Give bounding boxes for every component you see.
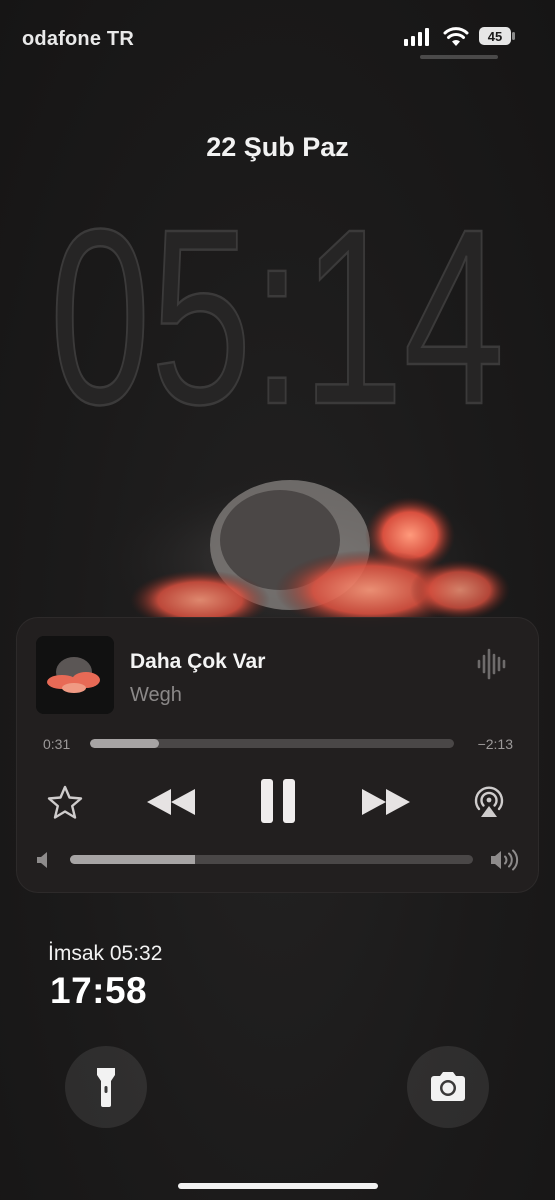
lock-date: 22 Şub Paz (206, 132, 349, 162)
pause-icon[interactable] (259, 777, 297, 825)
playback-progress-bar[interactable] (90, 739, 454, 748)
battery-level: 45 (488, 29, 502, 44)
wifi-icon (443, 27, 469, 46)
signal-icon (404, 28, 429, 46)
prayer-countdown[interactable]: 17:58 (50, 970, 147, 1012)
home-indicator[interactable] (178, 1183, 378, 1189)
wallpaper-artwork (90, 470, 510, 630)
waveform-icon (477, 648, 506, 680)
volume-fill (70, 855, 195, 864)
clock-digits: 05:14 (50, 177, 505, 423)
remaining-time: −2:13 (477, 736, 513, 752)
track-artist[interactable]: Wegh (130, 684, 182, 707)
volume-low-icon (37, 852, 47, 868)
status-bar: odafone TR 45 (0, 0, 555, 70)
album-artwork[interactable] (36, 636, 114, 714)
flashlight-button[interactable] (65, 1046, 147, 1128)
flashlight-icon (97, 1068, 115, 1107)
playback-progress-fill (90, 739, 160, 748)
airplay-icon[interactable] (472, 785, 506, 819)
carrier-name: odafone TR (22, 28, 134, 50)
battery-icon: 45 (479, 27, 515, 45)
now-playing-widget[interactable]: Daha Çok Var Wegh 0:31 −2:13 (16, 617, 539, 893)
elapsed-time: 0:31 (43, 736, 71, 752)
camera-icon (431, 1072, 465, 1101)
lock-clock: 05:14 (48, 176, 506, 423)
volume-high-icon (491, 849, 519, 871)
fast-forward-icon[interactable] (358, 785, 414, 819)
rewind-icon[interactable] (143, 785, 199, 819)
prayer-name[interactable]: İmsak 05:32 (48, 942, 162, 966)
camera-button[interactable] (407, 1046, 489, 1128)
track-title[interactable]: Daha Çok Var (130, 650, 265, 674)
volume-slider[interactable] (70, 855, 473, 864)
star-icon[interactable] (46, 784, 84, 822)
status-pill (420, 55, 498, 59)
